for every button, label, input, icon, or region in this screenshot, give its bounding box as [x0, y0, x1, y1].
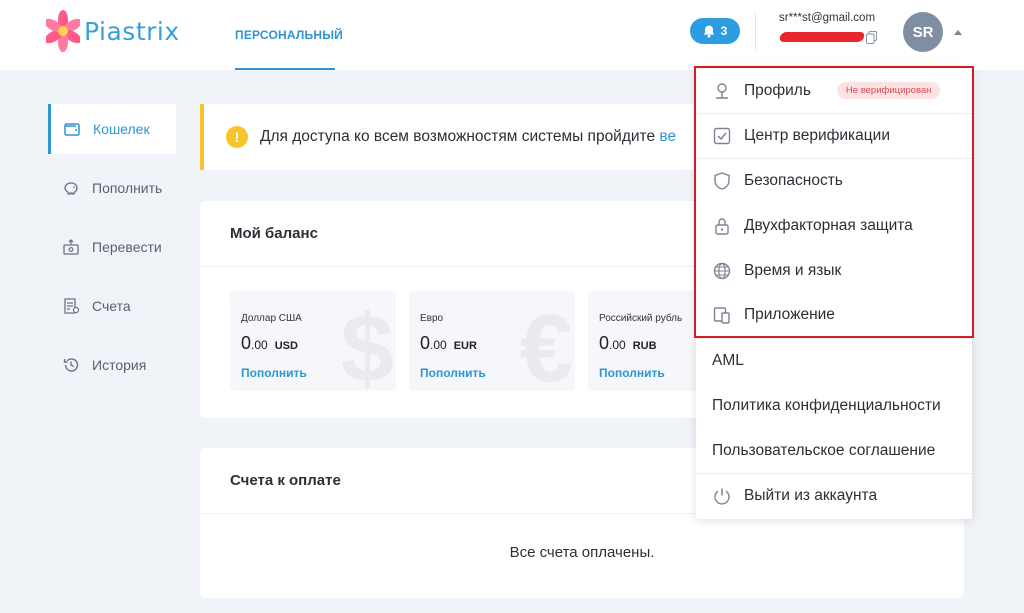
sidebar-item-history[interactable]: История [48, 340, 176, 390]
sidebar-item-invoices[interactable]: Счета [48, 281, 176, 331]
brand-logo[interactable]: Piastrix [46, 8, 186, 54]
brand-name: Piastrix [84, 16, 180, 46]
menu-item-agreement[interactable]: Пользовательское соглашение [696, 428, 972, 473]
balance-card: Мой баланс $ Доллар США 0.00 USD Пополни… [200, 201, 720, 418]
status-badge: Не верифицирован [836, 82, 941, 99]
notifications-count: 3 [720, 24, 728, 38]
sidebar-item-label: История [92, 357, 147, 373]
wallet-icon [64, 123, 80, 136]
menu-item-logout[interactable]: Выйти из аккаунта [696, 473, 972, 518]
menu-item-app[interactable]: Приложение [696, 292, 972, 337]
invoices-empty-text: Все счета оплачены. [509, 544, 655, 561]
redacted-scribble [778, 32, 866, 42]
menu-item-security[interactable]: Безопасность [696, 158, 972, 203]
bell-icon [703, 25, 714, 38]
flower-logo-icon [46, 10, 80, 52]
menu-item-time-language[interactable]: Время и язык [696, 248, 972, 293]
dollar-watermark-icon: $ [340, 295, 394, 392]
currency-card-rub: Российский рубль 0.00 RUB Пополнить [588, 291, 698, 391]
currency-amount: 0.00 EUR [420, 333, 477, 353]
currency-amount: 0.00 USD [241, 333, 298, 353]
menu-item-aml[interactable]: AML [696, 338, 972, 383]
currency-amount: 0.00 RUB [599, 333, 657, 353]
user-icon [716, 82, 728, 99]
history-icon [63, 358, 79, 372]
balance-title: Мой баланс [200, 201, 720, 267]
piggy-bank-icon [64, 182, 78, 195]
header-divider [755, 12, 756, 50]
avatar[interactable]: SR [903, 12, 943, 52]
verification-alert: ! Для доступа ко всем возможностям систе… [200, 104, 720, 170]
menu-item-two-factor[interactable]: Двухфакторная защита [696, 203, 972, 248]
shield-icon [714, 172, 730, 190]
currency-card-eur: € Евро 0.00 EUR Пополнить [409, 291, 575, 391]
receipt-icon [64, 298, 80, 314]
top-header: Piastrix ПЕРСОНАЛЬНЫЙ 3 sr***st@gmail.co… [0, 0, 1024, 70]
menu-item-profile[interactable]: Профиль Не верифицирован [696, 68, 972, 113]
sidebar-item-label: Кошелек [93, 121, 150, 137]
chevron-up-icon[interactable] [954, 30, 962, 35]
sidebar-item-transfer[interactable]: Перевести [48, 222, 176, 272]
menu-item-privacy[interactable]: Политика конфиденциальности [696, 383, 972, 428]
verification-link[interactable]: ве [659, 128, 676, 145]
sidebar-item-label: Перевести [92, 239, 162, 255]
currency-card-usd: $ Доллар США 0.00 USD Пополнить [230, 291, 396, 391]
notifications-button[interactable]: 3 [690, 18, 740, 44]
sidebar-item-label: Счета [92, 298, 131, 314]
alert-text: Для доступа ко всем возможностям системы… [260, 128, 677, 145]
copy-icon[interactable] [866, 31, 877, 44]
transfer-icon [63, 239, 79, 255]
topup-link-rub[interactable]: Пополнить [599, 366, 665, 380]
tab-personal[interactable]: ПЕРСОНАЛЬНЫЙ [235, 0, 343, 70]
sidebar-item-label: Пополнить [92, 180, 163, 196]
power-icon [714, 488, 730, 505]
euro-watermark-icon: € [519, 295, 573, 392]
sidebar-item-wallet[interactable]: Кошелек [48, 104, 176, 154]
user-dropdown-menu: Профиль Не верифицирован Центр верификац… [696, 68, 972, 519]
info-warning-icon: ! [226, 126, 248, 148]
topup-link-eur[interactable]: Пополнить [420, 366, 486, 380]
globe-icon [713, 262, 731, 279]
checkbox-icon [713, 127, 731, 145]
sidebar-item-deposit[interactable]: Пополнить [48, 163, 176, 213]
user-email: sr***st@gmail.com [779, 12, 876, 24]
devices-icon [713, 306, 730, 324]
menu-item-verification[interactable]: Центр верификации [696, 113, 972, 158]
topup-link-usd[interactable]: Пополнить [241, 366, 307, 380]
lock-icon [715, 217, 729, 235]
